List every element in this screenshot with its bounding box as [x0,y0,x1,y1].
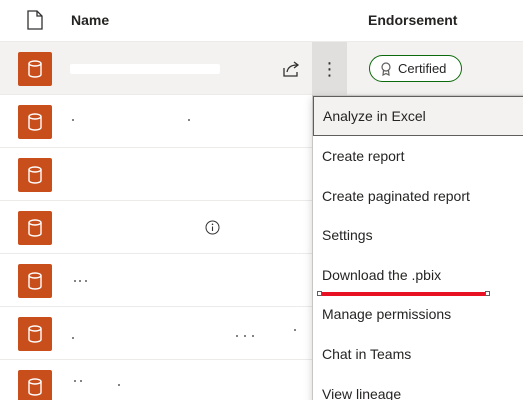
menu-item-create-report[interactable]: Create report [313,136,523,176]
menu-item-manage-permissions[interactable]: Manage permissions [313,294,523,334]
column-header-endorsement[interactable]: Endorsement [368,12,457,28]
redacted-name [80,380,82,382]
redacted-name [79,280,81,282]
menu-item-analyze-in-excel[interactable]: Analyze in Excel [313,96,523,136]
redacted-name [72,337,74,339]
list-header: Name Endorsement [0,0,523,42]
redacted-name [294,329,296,331]
redacted-name [74,280,76,282]
menu-item-download-pbix[interactable]: Download the .pbix [313,255,523,295]
redacted-name [244,335,246,337]
more-options-button[interactable]: ⋮ [312,42,347,95]
redacted-name [85,280,87,282]
redacted-name [252,335,254,337]
context-menu: Analyze in Excel Create report Create pa… [312,95,523,400]
database-icon [18,211,52,245]
menu-item-chat-in-teams[interactable]: Chat in Teams [313,334,523,374]
certified-badge: Certified [369,55,462,82]
info-icon[interactable] [205,220,220,235]
database-icon [18,370,52,400]
redacted-name [236,335,238,337]
ribbon-icon [381,61,391,76]
redacted-name [74,380,76,382]
menu-item-view-lineage[interactable]: View lineage [313,374,523,400]
database-icon [18,52,52,86]
certified-label: Certified [398,61,447,76]
share-icon[interactable] [281,59,301,79]
menu-item-create-paginated-report[interactable]: Create paginated report [313,176,523,216]
redacted-name [70,64,220,74]
redacted-name [118,384,120,386]
database-icon [18,158,52,192]
menu-item-settings[interactable]: Settings [313,215,523,255]
database-icon [18,105,52,139]
database-icon [18,264,52,298]
column-header-name[interactable]: Name [71,12,109,28]
redacted-name [72,119,74,121]
database-icon [18,317,52,351]
more-options-icon: ⋮ [320,58,339,79]
redacted-name [188,119,190,121]
file-icon [27,10,43,30]
